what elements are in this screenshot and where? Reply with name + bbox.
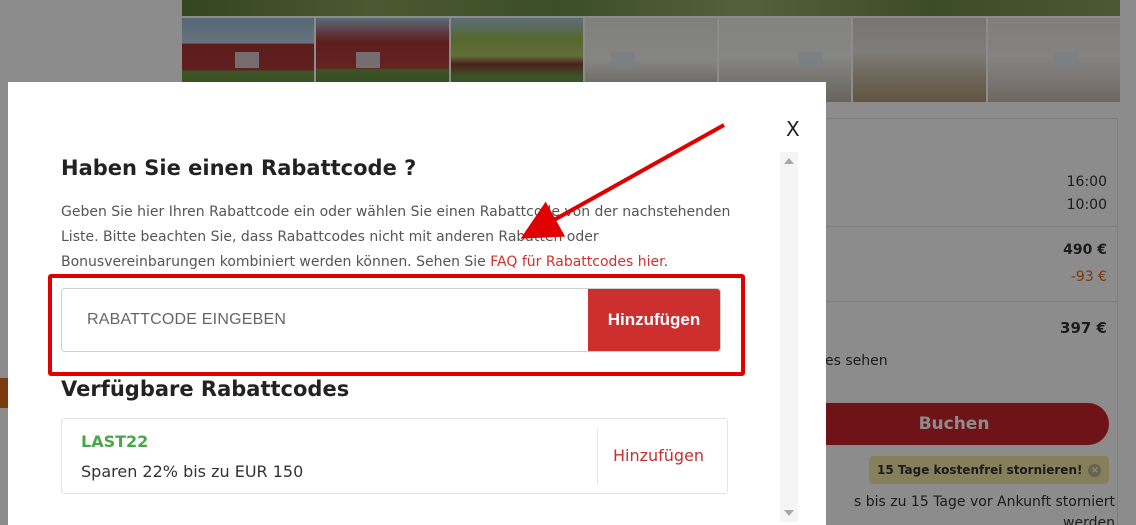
close-icon[interactable]: X [786, 119, 800, 139]
discount-code-card: LAST22 Sparen 22% bis zu EUR 150 Hinzufü… [61, 418, 728, 494]
available-codes-title: Verfügbare Rabattcodes [61, 377, 350, 401]
discount-code-name: LAST22 [81, 432, 149, 451]
discount-code-input[interactable] [62, 289, 588, 351]
modal-scrollbar[interactable] [780, 152, 798, 522]
scroll-up-icon[interactable] [784, 158, 794, 164]
discount-code-form: Hinzufügen [61, 288, 721, 352]
scroll-down-icon[interactable] [784, 510, 794, 516]
apply-code-link[interactable]: Hinzufügen [613, 446, 704, 465]
description-end: . [663, 254, 669, 270]
faq-link[interactable]: FAQ für Rabattcodes hier [490, 254, 663, 270]
modal-title: Haben Sie einen Rabattcode ? [61, 156, 417, 180]
discount-code-description: Sparen 22% bis zu EUR 150 [81, 462, 304, 481]
add-code-button[interactable]: Hinzufügen [588, 289, 720, 351]
modal-description: Geben Sie hier Ihren Rabattcode ein oder… [61, 200, 751, 275]
card-divider [597, 429, 598, 485]
